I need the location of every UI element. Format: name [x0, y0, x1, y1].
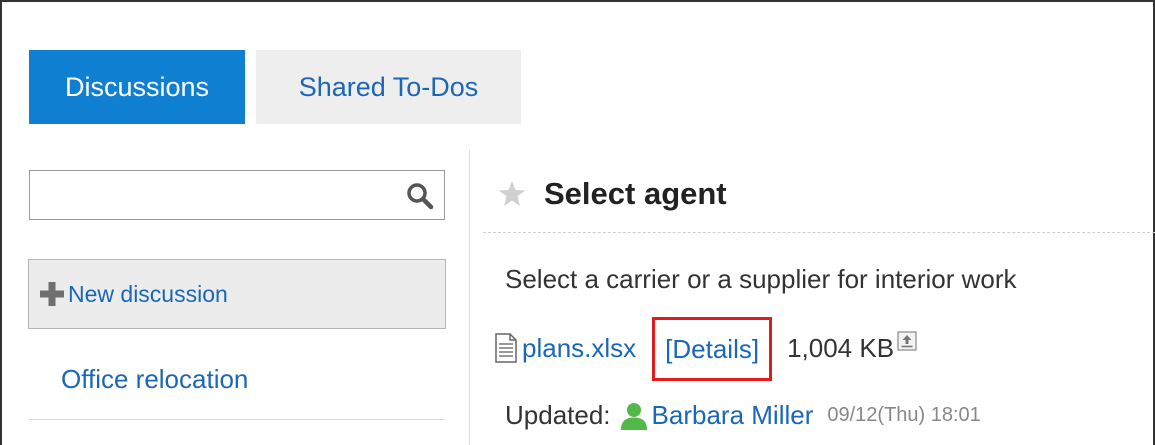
new-discussion-label: New discussion [68, 280, 228, 307]
window-border-left [0, 0, 2, 445]
star-icon[interactable] [497, 179, 527, 209]
new-discussion-button[interactable]: New discussion [28, 259, 446, 329]
topic-description: Select a carrier or a supplier for inter… [505, 264, 1017, 294]
list-divider [29, 419, 445, 420]
tab-discussions[interactable]: Discussions [29, 50, 245, 124]
column-divider [469, 150, 470, 445]
plus-icon [40, 282, 64, 306]
file-icon [495, 333, 517, 363]
updated-user-link[interactable]: Barbara Miller [652, 400, 814, 431]
updated-timestamp: 09/12(Thu) 18:01 [827, 404, 981, 426]
search-box [29, 170, 445, 220]
search-icon[interactable] [406, 182, 434, 210]
details-link[interactable]: [Details] [665, 334, 759, 365]
title-separator [483, 232, 1155, 233]
updated-row: Updated: Barbara Miller 09/12(Thu) 18:01 [505, 400, 981, 431]
file-size: 1,004 KB [787, 332, 895, 363]
topic-title: Select agent [544, 176, 727, 211]
download-icon[interactable] [897, 331, 917, 351]
tab-shared-todos[interactable]: Shared To-Dos [256, 50, 521, 124]
updated-label: Updated: [505, 400, 611, 430]
attachment-file-link[interactable]: plans.xlsx [522, 333, 636, 364]
details-highlight-box: [Details] [652, 317, 773, 381]
discussion-item-office-relocation[interactable]: Office relocation [61, 364, 248, 395]
user-icon [620, 402, 647, 430]
search-input[interactable] [32, 173, 396, 219]
attachment-row: plans.xlsx [Details] 1,004 KB [494, 317, 917, 381]
window-border-top [0, 0, 1155, 2]
